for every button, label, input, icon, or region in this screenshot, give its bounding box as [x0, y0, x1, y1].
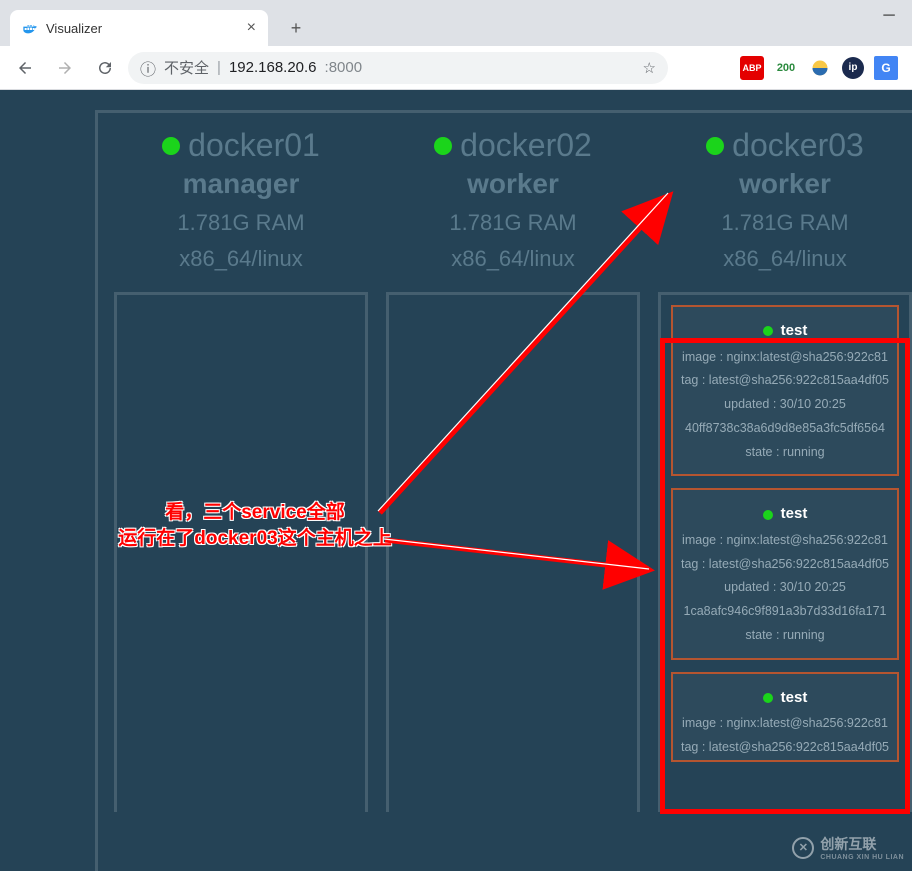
service-id: 1ca8afc946c9f891a3b7d33d16fa171: [677, 600, 893, 624]
service-tag: tag : latest@sha256:922c815aa4df05: [677, 553, 893, 577]
info-icon: ⓘ: [140, 56, 156, 80]
tab-bar: Visualizer × + ─: [0, 0, 912, 46]
service-updated: updated : 30/10 20:25: [677, 576, 893, 600]
status-dot-icon: [763, 510, 773, 520]
ext-200-icon[interactable]: 200: [774, 56, 798, 80]
close-tab-icon[interactable]: ×: [247, 19, 256, 37]
back-button[interactable]: [8, 51, 42, 85]
ext-ip-icon[interactable]: ip: [842, 57, 864, 79]
node-column-docker01: docker01 manager 1.781G RAM x86_64/linux: [114, 127, 368, 812]
node-column-docker02: docker02 worker 1.781G RAM x86_64/linux: [386, 127, 640, 812]
service-card[interactable]: test image : nginx:latest@sha256:922c81 …: [671, 305, 899, 476]
node-column-docker03: docker03 worker 1.781G RAM x86_64/linux …: [658, 127, 912, 812]
status-dot-icon: [763, 326, 773, 336]
service-name: test: [781, 684, 808, 713]
node-name: docker02: [460, 127, 592, 164]
node-role: manager: [162, 168, 320, 200]
omnibox[interactable]: ⓘ 不安全 | 192.168.20.6:8000 ☆: [128, 52, 668, 84]
node-arch: x86_64/linux: [434, 246, 592, 272]
status-dot-icon: [162, 137, 180, 155]
new-tab-button[interactable]: +: [282, 14, 310, 42]
watermark-logo-icon: ✕: [792, 837, 814, 859]
docker-favicon-icon: [22, 20, 38, 36]
node-ram: 1.781G RAM: [706, 210, 864, 236]
reload-button[interactable]: [88, 51, 122, 85]
node-name: docker01: [188, 127, 320, 164]
page-content: docker01 manager 1.781G RAM x86_64/linux…: [0, 90, 912, 871]
service-tag: tag : latest@sha256:922c815aa4df05: [677, 736, 893, 760]
service-state: state : running: [677, 441, 893, 465]
node-box: [114, 292, 368, 812]
watermark: ✕ 创新互联 CHUANG XIN HU LIAN: [792, 834, 904, 861]
status-dot-icon: [434, 137, 452, 155]
service-card[interactable]: test image : nginx:latest@sha256:922c81 …: [671, 672, 899, 762]
service-name: test: [781, 317, 808, 346]
service-image: image : nginx:latest@sha256:922c81: [677, 346, 893, 370]
service-card[interactable]: test image : nginx:latest@sha256:922c81 …: [671, 488, 899, 659]
ext-globe-icon[interactable]: [808, 56, 832, 80]
annotation-text: 看，三个service全部 运行在了docker03这个主机之上: [110, 500, 400, 551]
address-bar: ⓘ 不安全 | 192.168.20.6:8000 ☆ ABP 200 ip G: [0, 46, 912, 90]
node-ram: 1.781G RAM: [434, 210, 592, 236]
node-ram: 1.781G RAM: [162, 210, 320, 236]
forward-button[interactable]: [48, 51, 82, 85]
url-port: :8000: [325, 59, 363, 76]
node-box: [386, 292, 640, 812]
node-arch: x86_64/linux: [162, 246, 320, 272]
abp-extension-icon[interactable]: ABP: [740, 56, 764, 80]
minimize-button[interactable]: ─: [866, 0, 912, 32]
node-name: docker03: [732, 127, 864, 164]
status-dot-icon: [763, 693, 773, 703]
ext-google-icon[interactable]: G: [874, 56, 898, 80]
service-state: state : running: [677, 624, 893, 648]
browser-tab[interactable]: Visualizer ×: [10, 10, 268, 46]
watermark-brand: 创新互联: [820, 834, 904, 854]
service-image: image : nginx:latest@sha256:922c81: [677, 712, 893, 736]
service-image: image : nginx:latest@sha256:922c81: [677, 529, 893, 553]
watermark-sub: CHUANG XIN HU LIAN: [820, 854, 904, 861]
insecure-label: 不安全: [164, 57, 209, 78]
node-role: worker: [706, 168, 864, 200]
tab-title: Visualizer: [46, 21, 102, 36]
node-role: worker: [434, 168, 592, 200]
bookmark-star-icon[interactable]: ☆: [643, 59, 656, 77]
node-arch: x86_64/linux: [706, 246, 864, 272]
url-host: 192.168.20.6: [229, 59, 317, 76]
node-box: test image : nginx:latest@sha256:922c81 …: [658, 292, 912, 812]
service-id: 40ff8738c38a6d9d8e85a3fc5df6564: [677, 417, 893, 441]
status-dot-icon: [706, 137, 724, 155]
service-name: test: [781, 500, 808, 529]
service-updated: updated : 30/10 20:25: [677, 393, 893, 417]
service-tag: tag : latest@sha256:922c815aa4df05: [677, 369, 893, 393]
